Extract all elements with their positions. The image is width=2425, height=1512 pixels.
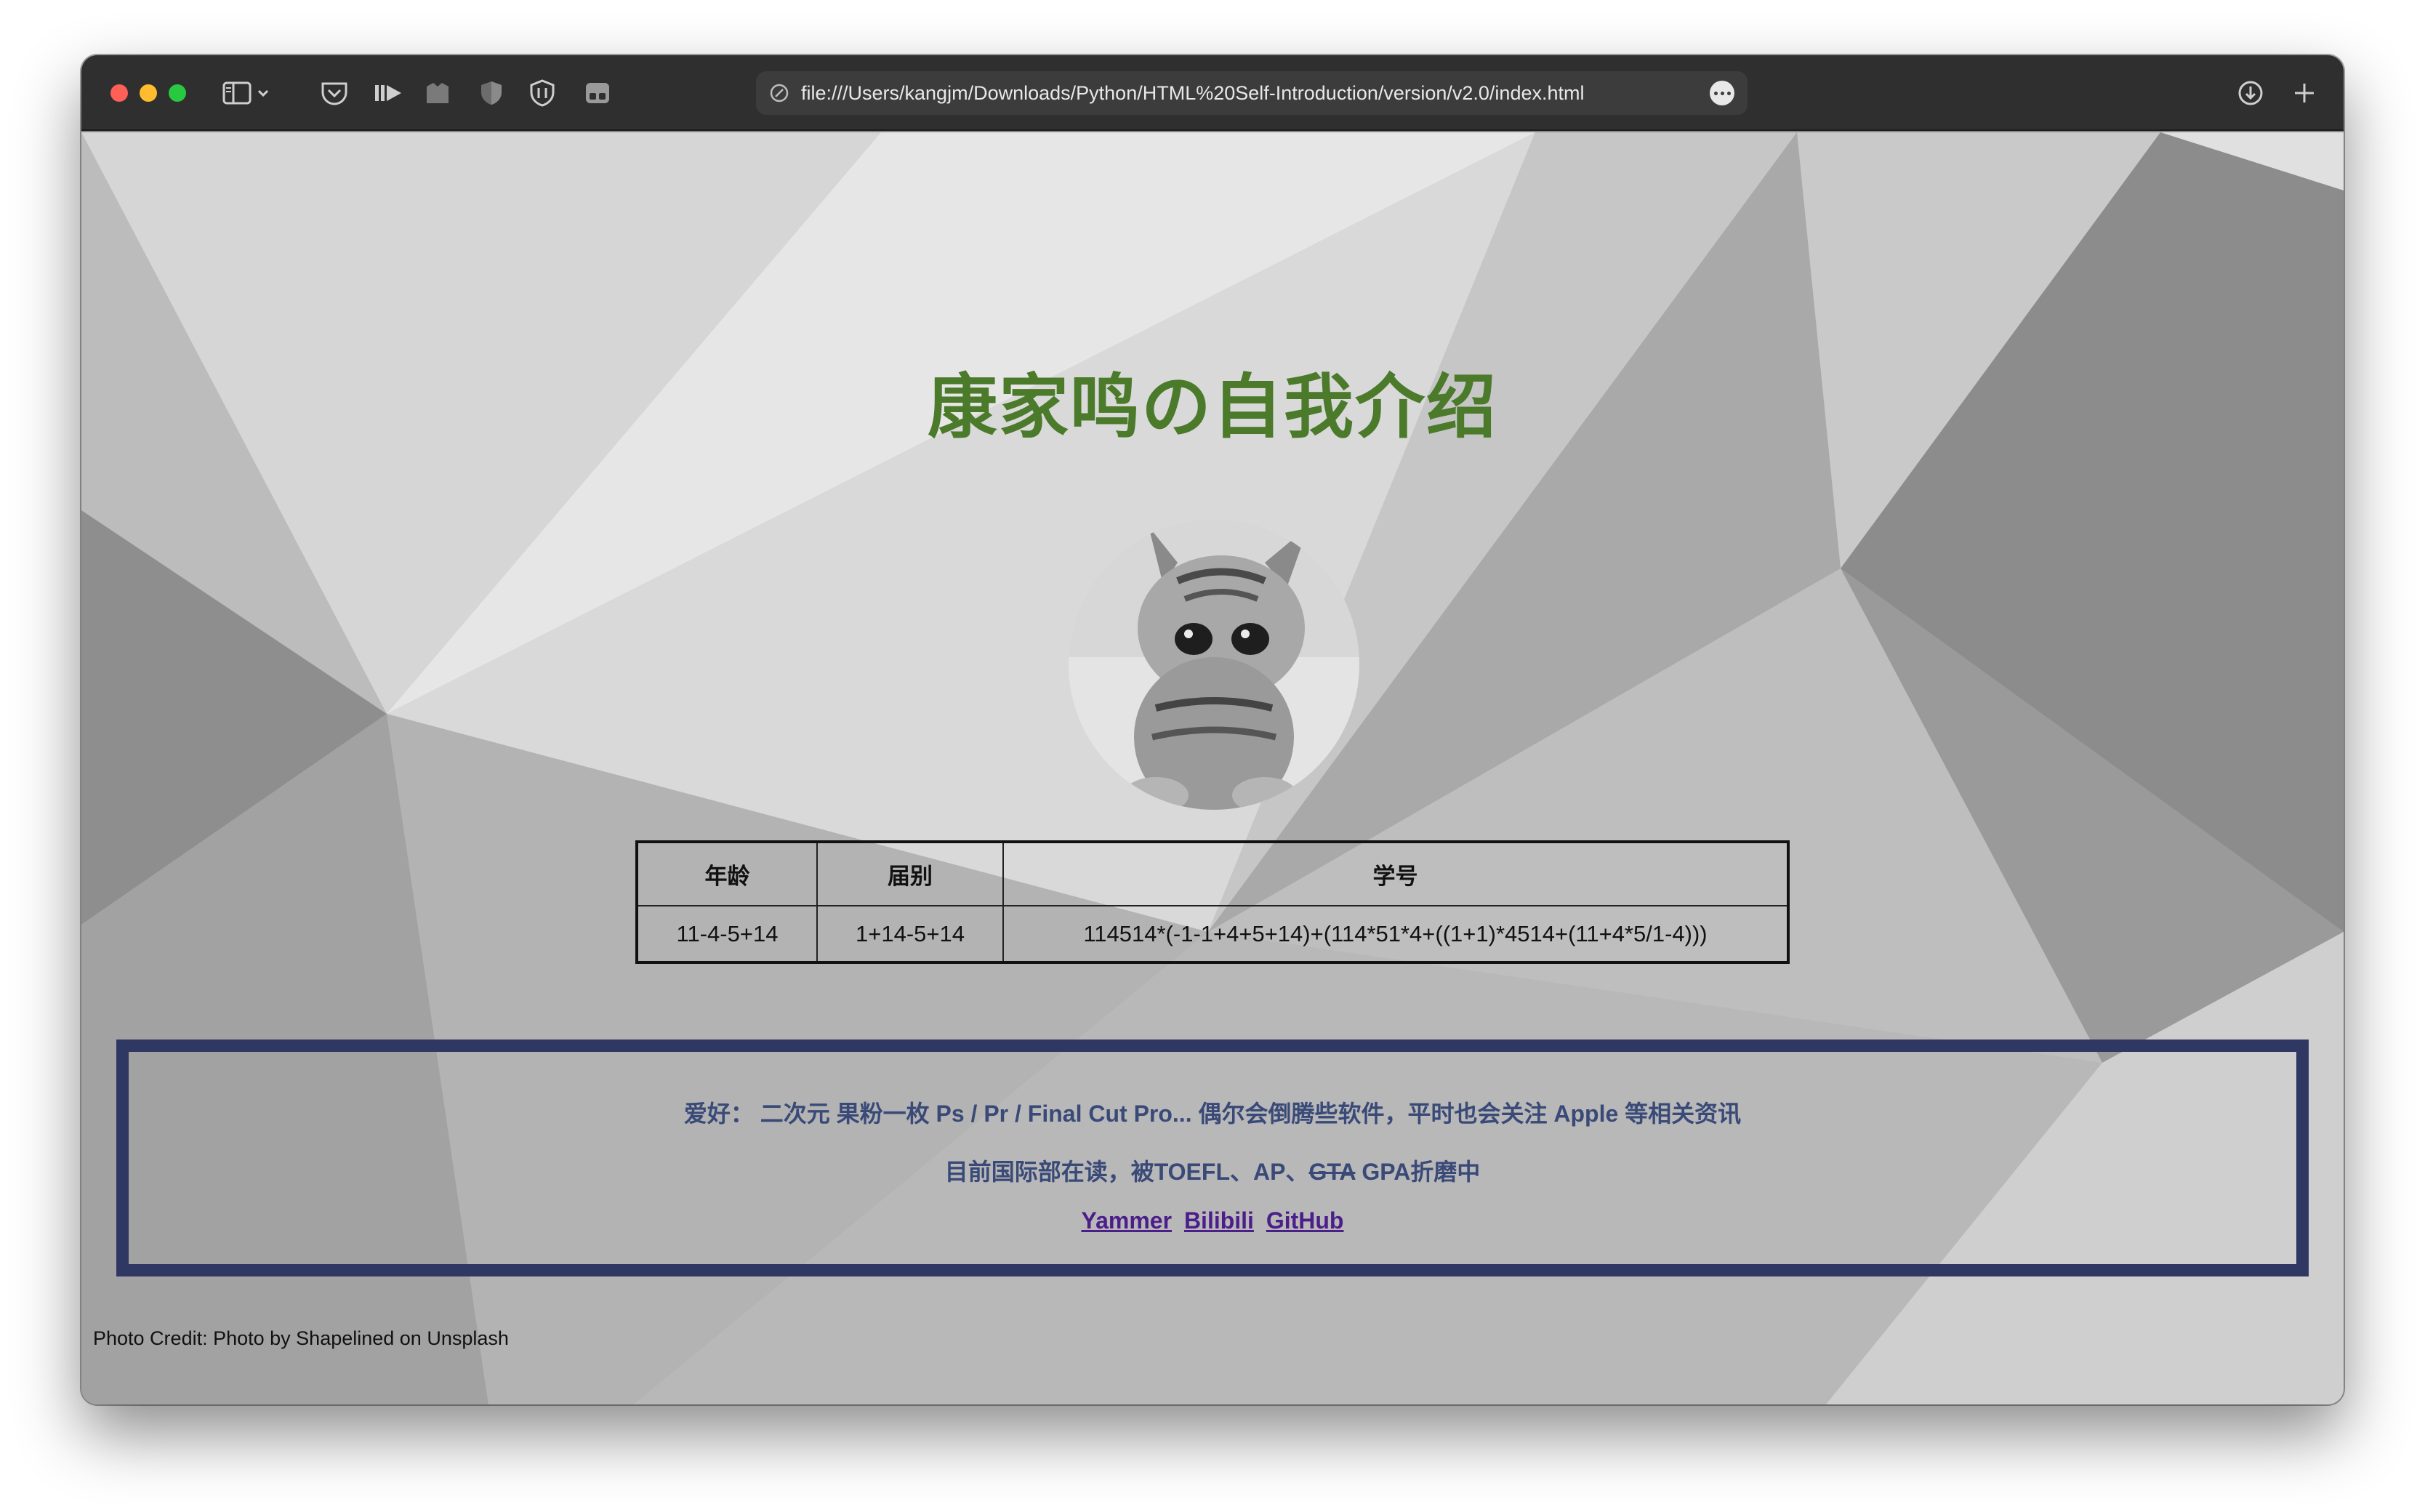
yammer-link[interactable]: Yammer	[1082, 1207, 1173, 1234]
table-cell: 1+14-5+14	[816, 905, 1004, 963]
title-bar: file:///Users/kangjm/Downloads/Python/HT…	[81, 55, 2344, 131]
study-text: 目前国际部在读，被TOEFL、AP、GTA GPA折磨中	[129, 1154, 2296, 1187]
address-bar[interactable]: file:///Users/kangjm/Downloads/Python/HT…	[756, 71, 1748, 115]
github-link[interactable]: GitHub	[1266, 1207, 1344, 1234]
chevron-down-icon[interactable]	[252, 76, 275, 110]
url-text: file:///Users/kangjm/Downloads/Python/HT…	[801, 82, 1585, 104]
download-icon[interactable]	[2233, 76, 2268, 110]
table-row: 11-4-5+14 1+14-5+14 114514*(-1-1+4+5+14)…	[636, 905, 1789, 963]
study-prefix: 目前国际部在读，被TOEFL、AP、	[944, 1159, 1309, 1185]
info-table: 年龄 届别 学号 11-4-5+14 1+14-5+14 114514*(-1-…	[635, 840, 1790, 964]
photo-credit: Photo Credit: Photo by Shapelined on Uns…	[93, 1327, 509, 1349]
close-window-button[interactable]	[110, 84, 128, 102]
column-header: 届别	[816, 841, 1004, 906]
pocket-icon[interactable]	[317, 76, 352, 110]
page-icon	[770, 84, 789, 102]
hobbies-text: 爱好： 二次元 果粉一枚 Ps / Pr / Final Cut Pro... …	[683, 1101, 1742, 1127]
avatar	[1069, 519, 1359, 810]
extension-icon[interactable]	[420, 76, 455, 110]
minimize-window-button[interactable]	[140, 84, 157, 102]
table-cell: 114514*(-1-1+4+5+14)+(114*51*4+((1+1)*45…	[1002, 905, 1789, 963]
info-box: 爱好： 二次元 果粉一枚 Ps / Pr / Final Cut Pro... …	[116, 1040, 2309, 1276]
bilibili-link[interactable]: Bilibili	[1184, 1207, 1254, 1234]
struck-text: GTA	[1308, 1159, 1356, 1185]
sidebar-icon[interactable]	[220, 76, 254, 110]
new-tab-icon[interactable]	[2287, 76, 2322, 110]
page-title: 康家鸣の自我介绍	[928, 369, 1497, 446]
reader-icon[interactable]	[371, 76, 406, 110]
study-suffix: GPA折磨中	[1355, 1159, 1481, 1185]
table-cell: 11-4-5+14	[636, 905, 818, 963]
zoom-window-button[interactable]	[169, 84, 186, 102]
column-header: 学号	[1002, 841, 1789, 906]
links-row: Yammer Bilibili GitHub	[129, 1207, 2296, 1234]
privacy-shield-icon[interactable]	[525, 76, 560, 110]
column-header: 年龄	[636, 841, 818, 906]
table-header-row: 年龄 届别 学号	[636, 841, 1789, 906]
tabs-icon[interactable]	[580, 76, 615, 110]
shield-icon[interactable]	[474, 76, 509, 110]
browser-window: file:///Users/kangjm/Downloads/Python/HT…	[81, 55, 2344, 1404]
page-viewport: 康家鸣の自我介绍 年龄 届别 学号 11-4-5+14 1+14-5+14 11…	[81, 132, 2344, 1404]
more-options-icon[interactable]	[1710, 81, 1734, 105]
